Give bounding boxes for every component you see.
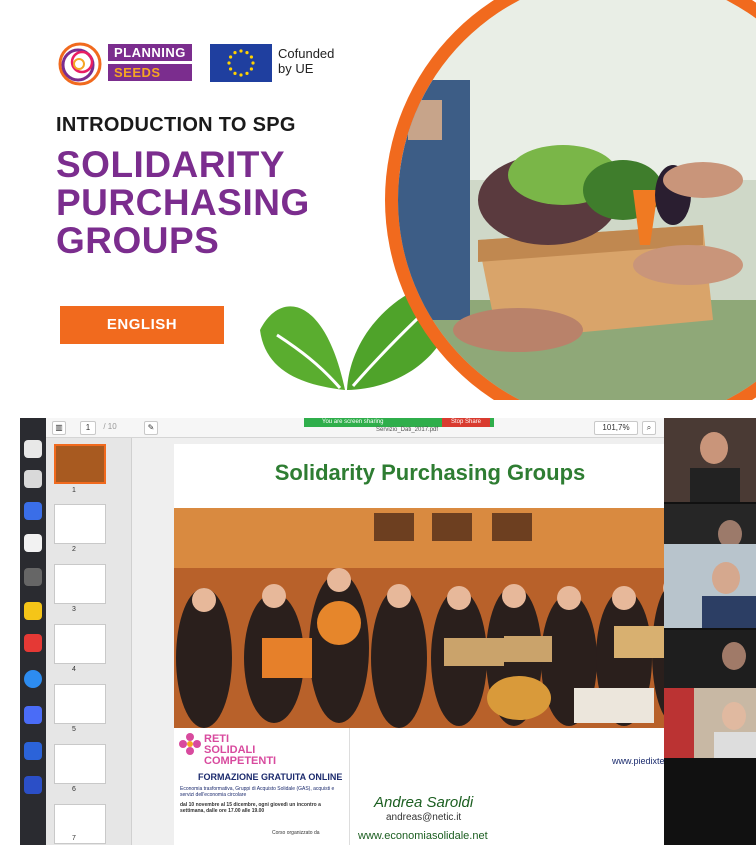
page-number-input[interactable]: 1 — [80, 421, 96, 435]
brand-line-seeds: SEEDS — [108, 64, 192, 81]
thumbnail-number: 7 — [72, 835, 76, 842]
cofund-line-1: Cofunded — [278, 46, 335, 61]
cofund-line-2: by UE — [278, 61, 314, 76]
page-thumbnails: 1 2 3 4 5 6 7 — [46, 438, 132, 845]
viewer-toolbar: ▥ 1 / 10 ✎ You are screen sharing Stop S… — [46, 418, 664, 438]
thumbnail-page[interactable] — [54, 504, 106, 544]
page-total: / 10 — [103, 422, 117, 431]
dock-app-icon[interactable] — [24, 776, 42, 794]
slide-title: Solidarity Purchasing Groups — [274, 460, 586, 485]
dock-app-icon[interactable] — [24, 502, 42, 520]
pdf-viewer: ▥ 1 / 10 ✎ You are screen sharing Stop S… — [46, 418, 686, 845]
vegetable-crate-photo — [385, 0, 756, 400]
dock-app-icon[interactable] — [24, 742, 42, 760]
thumbnail-number: 5 — [72, 726, 76, 733]
dock-app-icon[interactable] — [24, 568, 42, 586]
poster-organized: Corso organizzato da — [272, 830, 320, 836]
poster-subtitle: Economia trasformativa, Gruppi di Acquis… — [180, 786, 335, 798]
participant-video-tile[interactable] — [664, 758, 756, 842]
thumbnail-number: 4 — [72, 666, 76, 673]
dock-app-icon[interactable] — [24, 470, 42, 488]
stop-share-button[interactable]: Stop Share — [442, 418, 490, 427]
search-icon[interactable]: ⌕ — [642, 421, 656, 435]
thumbnail-number: 6 — [72, 786, 76, 793]
participant-video-tile[interactable] — [664, 544, 756, 628]
reti-heading: RETI SOLIDALI COMPETENTI — [204, 734, 276, 767]
intro-heading: INTRODUCTION TO SPG — [56, 114, 296, 136]
brand-line-planning: PLANNING — [108, 44, 192, 61]
dock-app-icon[interactable] — [24, 602, 42, 620]
dock-app-icon[interactable] — [24, 534, 42, 552]
dock-app-icon[interactable] — [24, 634, 42, 652]
author-name: Andrea Saroldi — [374, 794, 474, 811]
participant-avatar — [664, 418, 756, 502]
title-line-1: SOLIDARITY — [56, 144, 286, 185]
title-line-3: GROUPS — [56, 220, 220, 261]
english-language-button[interactable]: ENGLISH — [60, 306, 224, 344]
thumbnail-page[interactable] — [54, 684, 106, 724]
participant-videos — [664, 418, 756, 845]
thumbnail-number: 1 — [72, 487, 76, 494]
formazione-heading: FORMAZIONE GRATUITA ONLINE — [198, 772, 343, 782]
file-name: Servizio_Dati_2017.pdf — [376, 427, 439, 433]
title-line-2: PURCHASING — [56, 182, 310, 223]
planning-seeds-logo-icon — [58, 42, 102, 86]
thumbnail-number: 2 — [72, 546, 76, 553]
thumbnail-page[interactable] — [54, 624, 106, 664]
thumbnail-page[interactable] — [54, 444, 106, 484]
author-email: andreas@netic.it — [386, 812, 462, 823]
course-poster: RETI SOLIDALI COMPETENTI FORMAZIONE GRAT… — [174, 728, 350, 845]
video-call-screenshot: ▥ 1 / 10 ✎ You are screen sharing Stop S… — [20, 418, 756, 845]
cofund-label: Cofunded by UE — [278, 46, 358, 76]
eu-flag-icon — [210, 44, 272, 82]
thumbnail-page[interactable] — [54, 804, 106, 844]
thumbnail-page[interactable] — [54, 744, 106, 784]
website-link[interactable]: www.economiasolidale.net — [358, 830, 488, 842]
course-banner: PLANNING SEEDS Cofunded by UE INTRODUCTI… — [0, 0, 756, 400]
zoom-select[interactable]: 101,7% — [594, 421, 638, 435]
participant-avatar — [664, 544, 756, 628]
flower-logo-icon — [179, 733, 201, 755]
brand-logo: PLANNING SEEDS — [108, 44, 192, 84]
current-slide: Solidarity Purchasing Groups www.piedixt… — [174, 444, 686, 845]
sidebar-toggle-icon[interactable]: ▥ — [52, 421, 66, 435]
participant-video-tile[interactable] — [664, 418, 756, 502]
dock-app-icon[interactable] — [24, 670, 42, 688]
app-dock — [20, 418, 46, 845]
annotate-icon[interactable]: ✎ — [144, 421, 158, 435]
dock-app-icon[interactable] — [24, 706, 42, 724]
group-photo — [174, 508, 686, 728]
dock-app-icon[interactable] — [24, 440, 42, 458]
reti-line-3: COMPETENTI — [204, 755, 277, 767]
thumbnail-number: 3 — [72, 606, 76, 613]
thumbnail-page[interactable] — [54, 564, 106, 604]
poster-dates: dal 10 novembre al 15 dicembre, ogni gio… — [180, 802, 321, 814]
